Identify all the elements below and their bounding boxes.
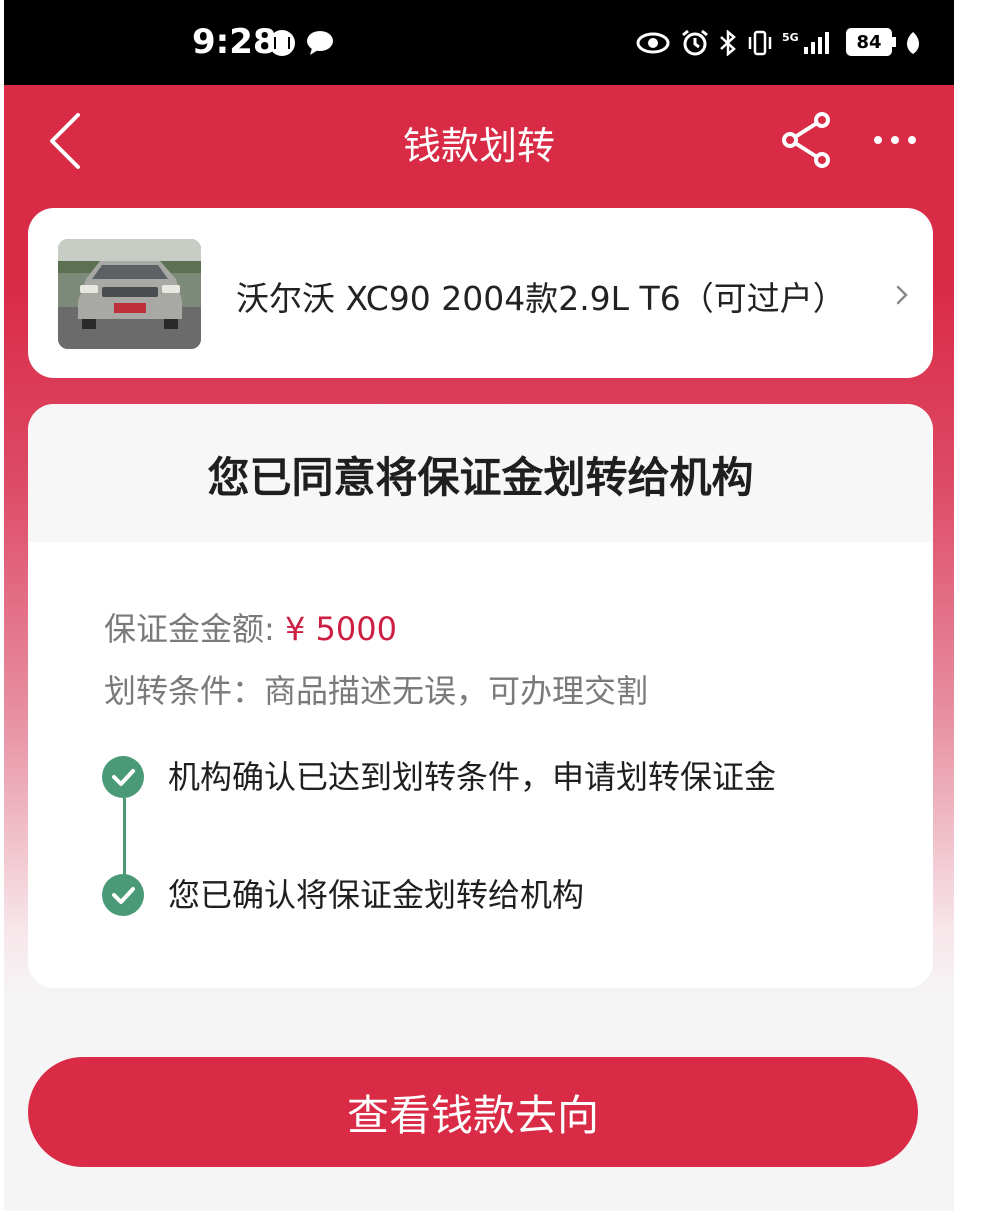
screenshot-margin [954, 0, 1000, 1211]
amount-value: ¥ 5000 [284, 610, 397, 648]
chevron-right-icon [894, 280, 912, 310]
battery-icon: 84 [846, 28, 892, 56]
transfer-info-card: 您已同意将保证金划转给机构 保证金金额: ¥ 5000 划转条件：商品描述无误，… [28, 404, 933, 988]
leaf-icon [904, 30, 922, 56]
step-text: 机构确认已达到划转条件，申请划转保证金 [168, 758, 777, 796]
more-icon[interactable] [870, 125, 920, 155]
info-header: 您已同意将保证金划转给机构 [28, 404, 933, 542]
status-time: 9:28 [192, 22, 277, 62]
step-connector [123, 798, 126, 876]
view-money-destination-button[interactable]: 查看钱款去向 [28, 1057, 918, 1167]
nav-bar: 钱款划转 [4, 85, 954, 195]
condition-value: 商品描述无误，可办理交割 [264, 672, 649, 710]
status-bar: 9:28 5G 84 [4, 0, 954, 85]
vibrate-icon [746, 30, 774, 56]
eye-icon [636, 30, 670, 56]
alarm-icon [681, 29, 709, 56]
check-circle-icon [102, 756, 144, 798]
share-icon[interactable] [780, 111, 834, 169]
bluetooth-icon [716, 30, 740, 56]
condition-row: 划转条件：商品描述无误，可办理交割 [104, 666, 648, 712]
condition-label: 划转条件： [104, 672, 265, 710]
car-card[interactable]: 沃尔沃 XC90 2004款2.9L T6（可过户） [28, 208, 933, 378]
info-title: 您已同意将保证金划转给机构 [207, 453, 754, 502]
battery-level: 84 [856, 31, 882, 53]
car-title: 沃尔沃 XC90 2004款2.9L T6（可过户） [236, 279, 846, 318]
app-screen: 9:28 5G 84 钱款划转 沃尔沃 XC90 2004款2.9L T6（可过… [4, 0, 954, 1211]
battery-tip [892, 37, 896, 47]
step-text: 您已确认将保证金划转给机构 [168, 876, 585, 914]
amount-label: 保证金金额: [104, 610, 285, 648]
amount-row: 保证金金额: ¥ 5000 [104, 604, 397, 650]
audio-notification-icon [269, 30, 295, 56]
chat-bubble-icon [306, 30, 334, 56]
svg-text:5G: 5G [782, 31, 799, 44]
progress-step: 您已确认将保证金划转给机构 [102, 874, 902, 920]
progress-step: 机构确认已达到划转条件，申请划转保证金 [102, 756, 902, 802]
signal-5g-icon: 5G [782, 30, 834, 56]
check-circle-icon [102, 874, 144, 916]
car-thumbnail [58, 239, 201, 349]
